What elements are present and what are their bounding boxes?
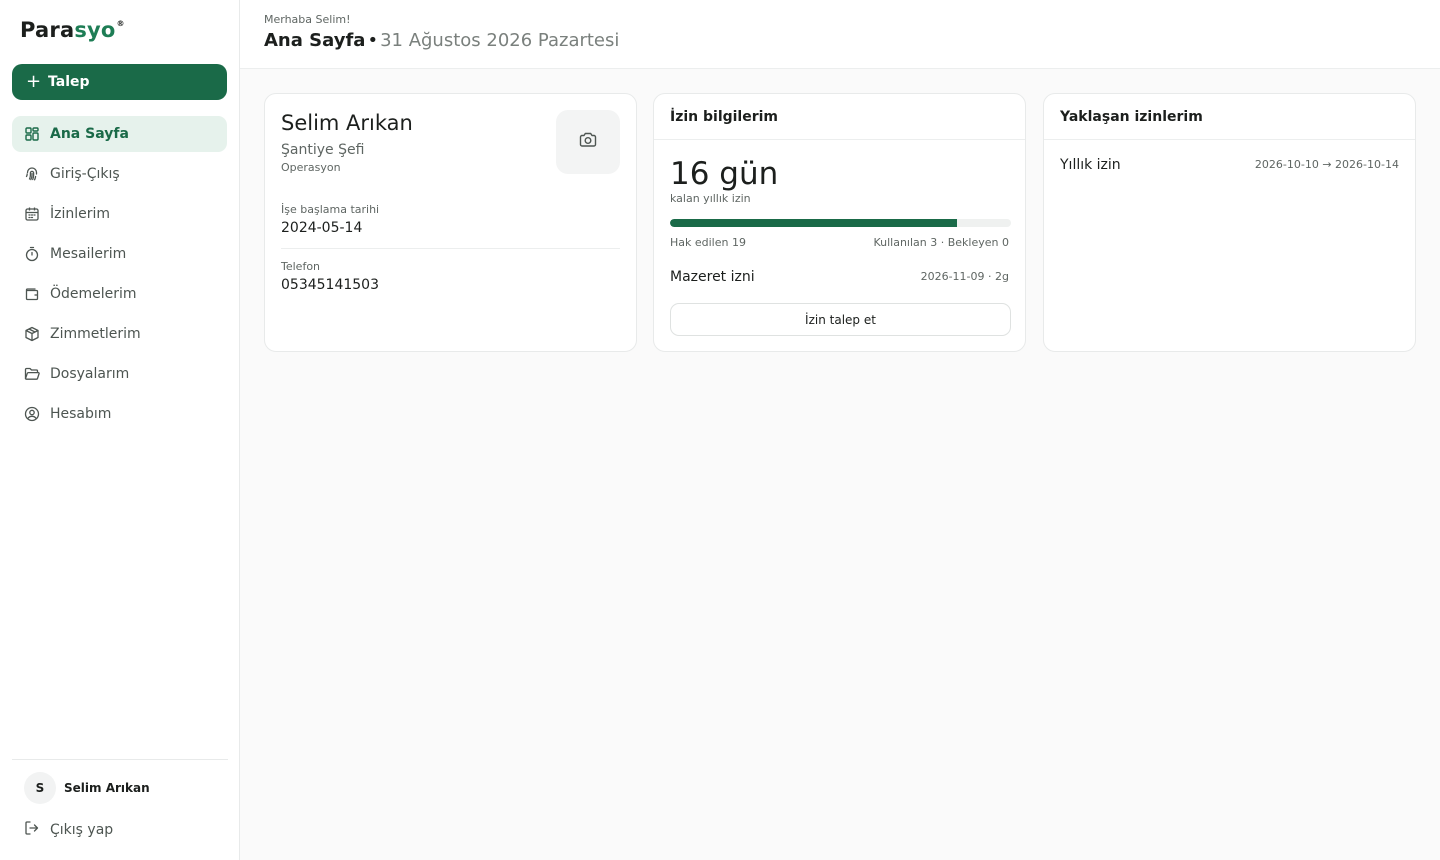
profile-card: Selim Arıkan Şantiye Şefi Operasyon İşe … — [264, 93, 637, 352]
page-title-text: Ana Sayfa — [264, 30, 366, 51]
logout-label: Çıkış yap — [50, 822, 114, 838]
start-date-label: İşe başlama tarihi — [281, 203, 380, 216]
logo-text-accent: syo — [74, 18, 116, 42]
upcoming-leave-type: Yıllık izin — [1060, 157, 1121, 173]
sidebar-item-ana-sayfa[interactable]: Ana Sayfa — [12, 116, 227, 152]
sidebar-item-label: Zimmetlerim — [50, 326, 141, 342]
leave-progress-fill — [670, 219, 958, 227]
fingerprint-icon — [24, 166, 40, 182]
used-pending-days: Kullanılan 3 · Bekleyen 0 — [873, 236, 1009, 249]
sidebar-item-odemelerim[interactable]: Ödemelerim — [12, 276, 227, 312]
sidebar-item-zimmetlerim[interactable]: Zimmetlerim — [12, 316, 227, 352]
sidebar-item-giris-cikis[interactable]: Giriş-Çıkış — [12, 156, 227, 192]
sidebar-item-label: Hesabım — [50, 406, 112, 422]
avatar: S — [24, 772, 56, 804]
profile-department: Operasyon — [281, 161, 341, 174]
sidebar-item-dosyalarim[interactable]: Dosyalarım — [12, 356, 227, 392]
logo-registered-mark: ® — [116, 19, 125, 28]
excuse-leave-label: Mazeret izni — [670, 269, 755, 285]
current-user[interactable]: S Selim Arıkan — [24, 772, 150, 804]
start-date-value: 2024-05-14 — [281, 220, 363, 236]
calendar-icon — [24, 206, 40, 222]
profile-role: Şantiye Şefi — [281, 142, 365, 158]
sidebar-item-mesailerim[interactable]: Mesailerim — [12, 236, 227, 272]
timer-icon — [24, 246, 40, 262]
upcoming-leave-range: 2026-10-10 → 2026-10-14 — [1254, 158, 1399, 171]
folder-icon — [24, 366, 40, 382]
user-circle-icon — [24, 406, 40, 422]
logout-button[interactable]: Çıkış yap — [24, 818, 113, 842]
page-header: Merhaba Selim! Ana Sayfa • 31 Ağustos 2026… — [240, 0, 1440, 69]
profile-divider — [281, 248, 620, 249]
profile-photo-button[interactable] — [556, 110, 620, 174]
page-title: Ana Sayfa • 31 Ağustos 2026 Pazartesi — [264, 30, 619, 51]
new-request-button[interactable]: + Talep — [12, 64, 227, 100]
package-icon — [24, 326, 40, 342]
remaining-days: 16 gün — [670, 156, 779, 192]
request-leave-button[interactable]: İzin talep et — [670, 303, 1011, 336]
wallet-icon — [24, 286, 40, 302]
logo-text-dark: Para — [20, 18, 75, 42]
leave-card-title: İzin bilgilerim — [654, 94, 1025, 140]
sidebar-item-label: Ödemelerim — [50, 286, 137, 302]
brand-logo[interactable]: Para syo ® — [20, 18, 125, 46]
sidebar-item-label: Ana Sayfa — [50, 126, 129, 142]
user-name: Selim Arıkan — [64, 781, 150, 795]
sidebar-item-izinlerim[interactable]: İzinlerim — [12, 196, 227, 232]
camera-icon — [578, 130, 598, 154]
earned-days: Hak edilen 19 — [670, 236, 746, 249]
leave-info-card: İzin bilgilerim 16 gün kalan yıllık izin… — [653, 93, 1026, 352]
new-request-label: Talep — [48, 74, 90, 90]
phone-value: 05345141503 — [281, 277, 379, 293]
sidebar-item-hesabim[interactable]: Hesabım — [12, 396, 227, 432]
greeting: Merhaba Selim! — [264, 13, 351, 26]
remaining-days-label: kalan yıllık izin — [670, 192, 751, 205]
upcoming-card-title: Yaklaşan izinlerim — [1044, 94, 1415, 140]
logout-icon — [24, 820, 40, 840]
sidebar-item-label: Giriş-Çıkış — [50, 166, 120, 182]
sidebar-nav: Ana Sayfa Giriş-Çıkış İzinlerim Mesailer… — [12, 116, 227, 436]
sidebar-divider — [12, 759, 228, 760]
phone-label: Telefon — [281, 260, 321, 273]
sidebar-item-label: Mesailerim — [50, 246, 127, 262]
title-separator: • — [367, 30, 379, 51]
sidebar-item-label: Dosyalarım — [50, 366, 130, 382]
plus-icon: + — [26, 71, 42, 92]
profile-name: Selim Arıkan — [281, 111, 413, 135]
sidebar-item-label: İzinlerim — [50, 206, 111, 222]
dashboard-icon — [24, 126, 40, 142]
page-date: 31 Ağustos 2026 Pazartesi — [380, 30, 620, 51]
sidebar: Para syo ® + Talep Ana Sayfa Giriş-Çıkış İ… — [0, 0, 240, 860]
leave-progress-bar — [670, 219, 1011, 227]
excuse-leave-info: 2026-11-09 · 2g — [920, 270, 1009, 283]
upcoming-leaves-card: Yaklaşan izinlerim Yıllık izin 2026-10-1… — [1043, 93, 1416, 352]
